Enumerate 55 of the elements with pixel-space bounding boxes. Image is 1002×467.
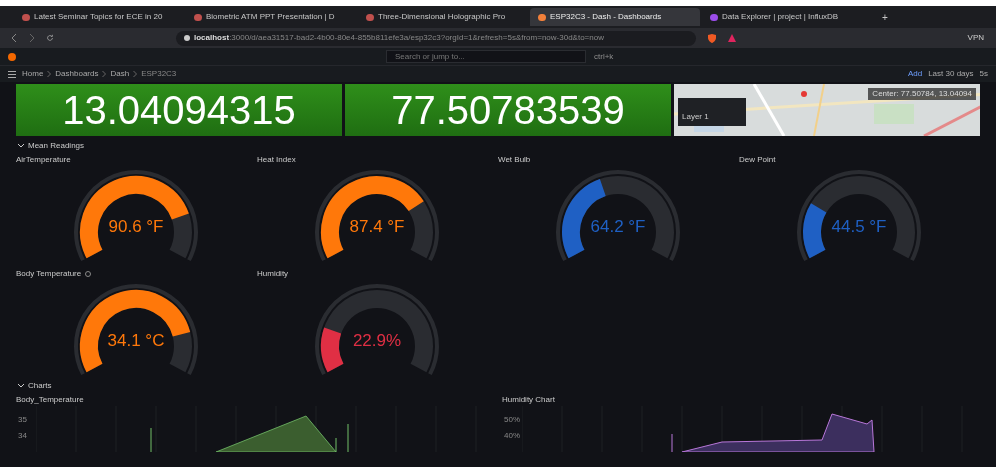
add-button[interactable]: Add [907, 68, 923, 80]
browser-tab[interactable]: Data Explorer | project | InfluxDB [702, 8, 872, 26]
axis-tick-label: 40% [504, 430, 520, 442]
gauge-value: 87.4 °F [348, 218, 406, 235]
layer-label: Layer 1 [682, 112, 709, 121]
forward-icon[interactable] [29, 34, 34, 42]
panel-title: Humidity Chart [502, 394, 556, 406]
browser-tab[interactable]: Three-Dimensional Holographic Pro [358, 8, 528, 26]
row-title[interactable]: Charts [28, 380, 52, 392]
stat-value: 77.50783539 [345, 84, 671, 136]
back-icon[interactable] [12, 34, 17, 42]
panel-title: AirTemperature [16, 154, 71, 166]
time-range-picker[interactable]: Last 30 days [928, 68, 974, 80]
new-tab-button[interactable]: + [882, 9, 888, 25]
map-center-label: Center: 77.50784, 13.04094 [868, 88, 976, 100]
panel-title: Dew Point [739, 154, 776, 166]
gauge-value: 34.1 °C [106, 332, 166, 349]
shortcut-hint: ctrl+k [594, 50, 614, 63]
chevron-right-icon [133, 71, 138, 77]
browser-tab[interactable]: Biometric ATM PPT Presentation | D [186, 8, 356, 26]
breadcrumb-link[interactable]: ESP32C3 [141, 68, 177, 80]
panel-title: Humidity [257, 268, 289, 280]
axis-tick-label: 34 [18, 430, 27, 442]
gauge-value: 90.6 °F [107, 218, 165, 235]
chevron-right-icon [102, 71, 107, 77]
panel-title: Wet Bulb [498, 154, 531, 166]
shield-icon[interactable] [708, 33, 716, 43]
refresh-picker[interactable]: 5s [979, 68, 988, 80]
logo-icon[interactable] [8, 52, 16, 61]
url-text: localhost:3000/d/aea31517-bad2-4b00-80e4-855b811efe3a/esp32c3?orgId=1&refresh=5s&from=now-30d&to=now [194, 32, 604, 44]
site-info-icon [184, 35, 190, 41]
panel-title: Body Temperature [16, 268, 82, 280]
vpn-button[interactable]: VPN [967, 32, 984, 44]
triangle-icon[interactable] [728, 34, 736, 42]
axis-tick-label: 35 [18, 414, 27, 426]
row-title[interactable]: Mean Readings [28, 140, 85, 152]
search-field[interactable]: Search or jump to... [386, 50, 586, 63]
breadcrumb-link[interactable]: Dash [110, 68, 130, 80]
breadcrumb-link[interactable]: Dashboards [55, 68, 99, 80]
gauge-value: 64.2 °F [589, 218, 647, 235]
chevron-down-icon[interactable] [18, 384, 24, 388]
address-bar[interactable]: localhost:3000/d/aea31517-bad2-4b00-80e4-855b811efe3a/esp32c3?orgId=1&refresh=5s&from=now-30d&to=now [176, 30, 696, 46]
chevron-right-icon [47, 71, 52, 77]
menu-icon[interactable] [8, 70, 16, 78]
panel-title: Body_Temperature [16, 394, 85, 406]
panel-title: Heat Index [257, 154, 296, 166]
browser-tab[interactable]: ESP32C3 - Dash - Dashboards [530, 8, 700, 26]
chevron-down-icon[interactable] [18, 144, 24, 148]
browser-tab[interactable]: Latest Seminar Topics for ECE in 20 [14, 8, 184, 26]
reload-icon[interactable] [46, 34, 54, 42]
axis-tick-label: 50% [504, 414, 520, 426]
gauge-value: 22.9% [351, 332, 403, 349]
stat-value: 13.04094315 [16, 84, 342, 136]
gauge-value: 44.5 °F [830, 218, 888, 235]
breadcrumb-link[interactable]: Home [22, 68, 44, 80]
